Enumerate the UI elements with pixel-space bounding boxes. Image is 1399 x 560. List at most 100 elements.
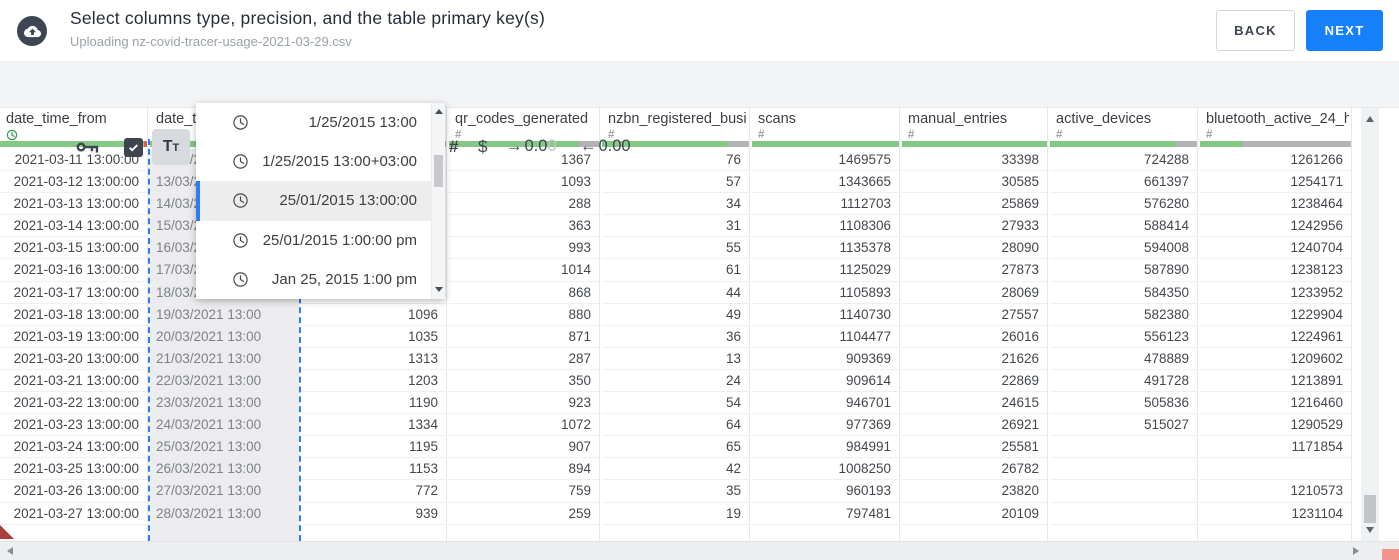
table-cell[interactable]: 772 [301, 480, 446, 503]
back-button[interactable]: BACK [1216, 10, 1295, 51]
table-cell[interactable]: 27/03/2021 13:00 [150, 480, 299, 503]
table-cell[interactable]: 584350 [1050, 282, 1197, 304]
table-cell[interactable]: 2021-03-17 13:00:00 [0, 282, 147, 304]
table-cell[interactable]: 1238464 [1200, 193, 1351, 216]
table-cell[interactable]: 661397 [1050, 171, 1197, 194]
table-cell[interactable]: 868 [449, 282, 599, 304]
table-cell[interactable]: 27873 [902, 259, 1047, 282]
table-cell[interactable]: 2021-03-26 13:00:00 [0, 480, 147, 503]
table-cell[interactable]: 1224961 [1200, 326, 1351, 348]
table-cell[interactable]: 61 [602, 259, 749, 282]
scroll-left-button[interactable] [7, 547, 13, 555]
table-cell[interactable]: 26016 [902, 326, 1047, 348]
table-cell[interactable]: 20109 [902, 503, 1047, 525]
table-cell[interactable]: 2021-03-19 13:00:00 [0, 326, 147, 348]
table-cell[interactable]: 871 [449, 326, 599, 348]
table-cell[interactable] [1050, 480, 1197, 503]
table-cell[interactable]: 993 [449, 237, 599, 260]
table-cell[interactable]: 2021-03-27 13:00:00 [0, 503, 147, 525]
next-button[interactable]: NEXT [1306, 10, 1383, 51]
format-option[interactable]: 1/25/2015 13:00+03:00 [196, 142, 431, 181]
table-cell[interactable]: 55 [602, 237, 749, 260]
table-cell[interactable]: 1008250 [752, 458, 899, 481]
table-cell[interactable]: 21/03/2021 13:00 [150, 347, 299, 370]
table-cell[interactable]: 1108306 [752, 215, 899, 238]
table-cell[interactable]: 1105893 [752, 282, 899, 304]
table-cell[interactable]: 582380 [1050, 304, 1197, 326]
table-cell[interactable]: 1240704 [1200, 237, 1351, 260]
table-cell[interactable]: 19 [602, 503, 749, 525]
table-cell[interactable]: 1190 [301, 392, 446, 415]
table-cell[interactable]: 30585 [902, 171, 1047, 194]
table-cell[interactable]: 13 [602, 348, 749, 370]
table-cell[interactable]: 27933 [902, 215, 1047, 238]
table-cell[interactable]: 23/03/2021 13:00 [150, 392, 299, 415]
decrease-decimals-button[interactable]: ← 0.00 [580, 137, 631, 156]
table-cell[interactable]: 724288 [1050, 149, 1197, 172]
table-cell[interactable]: 1469575 [752, 149, 899, 172]
table-cell[interactable]: 1035 [301, 326, 446, 348]
table-cell[interactable]: 1233952 [1200, 282, 1351, 304]
dropdown-scrollbar[interactable] [431, 103, 445, 299]
table-cell[interactable]: 2021-03-14 13:00:00 [0, 215, 147, 238]
table-cell[interactable]: 1125029 [752, 259, 899, 282]
column-nzbn_registered_busine[interactable]: nzbn_registered_busine#76573431556144493… [602, 108, 750, 541]
scroll-down-button[interactable] [1366, 527, 1374, 533]
table-cell[interactable]: 797481 [752, 503, 899, 525]
table-cell[interactable]: 1334 [301, 414, 446, 437]
table-cell[interactable]: 363 [449, 215, 599, 238]
table-cell[interactable]: 1242956 [1200, 215, 1351, 238]
table-cell[interactable]: 1229904 [1200, 304, 1351, 326]
column-header[interactable]: active_devices # [1050, 108, 1197, 141]
table-cell[interactable]: 24615 [902, 392, 1047, 415]
table-cell[interactable]: 960193 [752, 480, 899, 503]
column-manual_entries[interactable]: manual_entries #33398 30585 25869 27933 28090… [902, 108, 1048, 541]
table-cell[interactable]: 1216460 [1200, 392, 1351, 415]
table-cell[interactable]: 24/03/2021 13:00 [150, 414, 299, 437]
table-cell[interactable]: 478889 [1050, 348, 1197, 370]
table-cell[interactable]: 287 [449, 348, 599, 370]
table-cell[interactable]: 894 [449, 458, 599, 481]
table-cell[interactable]: 515027 [1050, 414, 1197, 437]
table-cell[interactable]: 909614 [752, 370, 899, 393]
scroll-right-button[interactable] [1353, 547, 1359, 555]
table-cell[interactable]: 64 [602, 414, 749, 437]
table-cell[interactable]: 1213891 [1200, 370, 1351, 393]
table-cell[interactable]: 27557 [902, 304, 1047, 326]
table-cell[interactable]: 26782 [902, 458, 1047, 481]
column-scans[interactable]: scans #1469575 1343665 1112703 1108306 113537… [752, 108, 900, 541]
table-cell[interactable]: 2021-03-20 13:00:00 [0, 348, 147, 370]
table-cell[interactable]: 1203 [301, 370, 446, 393]
column-bluetooth_active_24_hr_[interactable]: bluetooth_active_24_hr_ #1261266 1254171 12… [1200, 108, 1352, 541]
table-cell[interactable]: 2021-03-21 13:00:00 [0, 370, 147, 393]
table-cell[interactable]: 2021-03-16 13:00:00 [0, 259, 147, 282]
table-cell[interactable]: 44 [602, 282, 749, 304]
table-cell[interactable]: 1290529 [1200, 414, 1351, 437]
table-cell[interactable]: 22/03/2021 13:00 [150, 369, 299, 393]
table-cell[interactable]: 1171854 [1200, 436, 1351, 459]
table-cell[interactable]: 1209602 [1200, 348, 1351, 370]
table-cell[interactable]: 49 [602, 304, 749, 326]
table-cell[interactable]: 2021-03-12 13:00:00 [0, 171, 147, 194]
currency-type-button[interactable]: $ [478, 137, 487, 157]
table-cell[interactable]: 1343665 [752, 171, 899, 194]
format-option[interactable]: 25/01/2015 13:00:00 [196, 181, 431, 221]
column-header[interactable]: bluetooth_active_24_hr_ # [1200, 108, 1351, 141]
table-cell[interactable]: 2021-03-15 13:00:00 [0, 237, 147, 260]
table-cell[interactable]: 1210573 [1200, 480, 1351, 503]
column-qr_codes_generated[interactable]: qr_codes_generated #1367 1093 288 363 993 1014… [449, 108, 600, 541]
table-cell[interactable]: 1313 [301, 348, 446, 370]
table-cell[interactable]: 1072 [449, 414, 599, 437]
table-cell[interactable]: 26921 [902, 414, 1047, 437]
table-cell[interactable]: 2021-03-18 13:00:00 [0, 304, 147, 326]
text-type-button[interactable]: Tt [152, 129, 190, 165]
table-cell[interactable]: 54 [602, 392, 749, 415]
table-cell[interactable]: 23820 [902, 480, 1047, 503]
boolean-type-checkbox[interactable] [124, 138, 143, 157]
table-cell[interactable]: 594008 [1050, 237, 1197, 260]
table-cell[interactable]: 1195 [301, 436, 446, 459]
table-cell[interactable]: 880 [449, 304, 599, 326]
table-cell[interactable]: 977369 [752, 414, 899, 437]
table-cell[interactable]: 576280 [1050, 193, 1197, 216]
table-cell[interactable]: 350 [449, 370, 599, 393]
